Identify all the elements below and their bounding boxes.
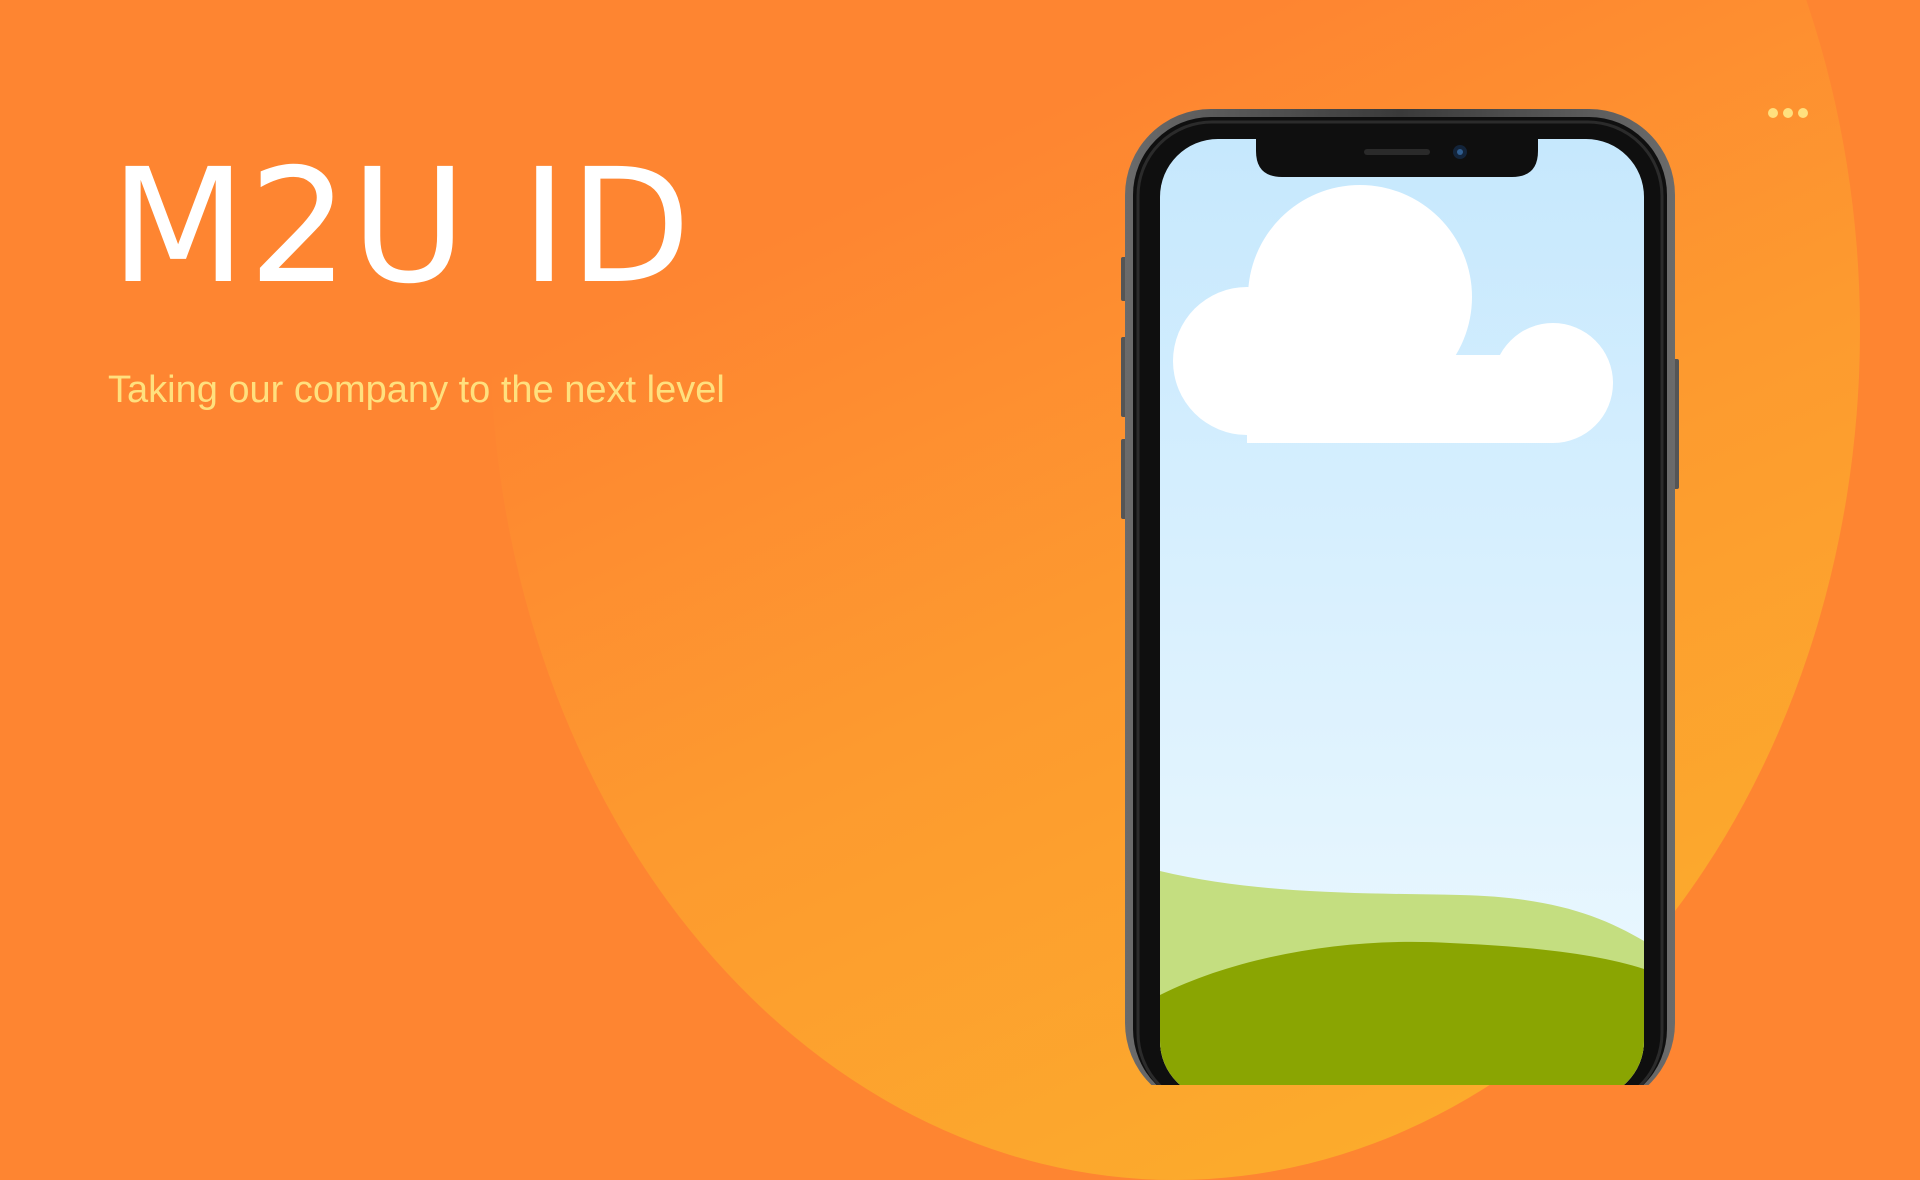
phone-speaker [1364,149,1430,155]
phone-screen [1160,139,1644,1085]
smartphone-mockup [1120,105,1680,1085]
more-dot-icon [1768,108,1778,118]
more-dot-icon [1783,108,1793,118]
page-title: M2U ID [110,135,693,319]
more-dot-icon [1798,108,1808,118]
page-subtitle: Taking our company to the next level [108,369,725,411]
smartphone-illustration [1121,109,1679,1085]
more-options-button[interactable] [1762,100,1814,126]
